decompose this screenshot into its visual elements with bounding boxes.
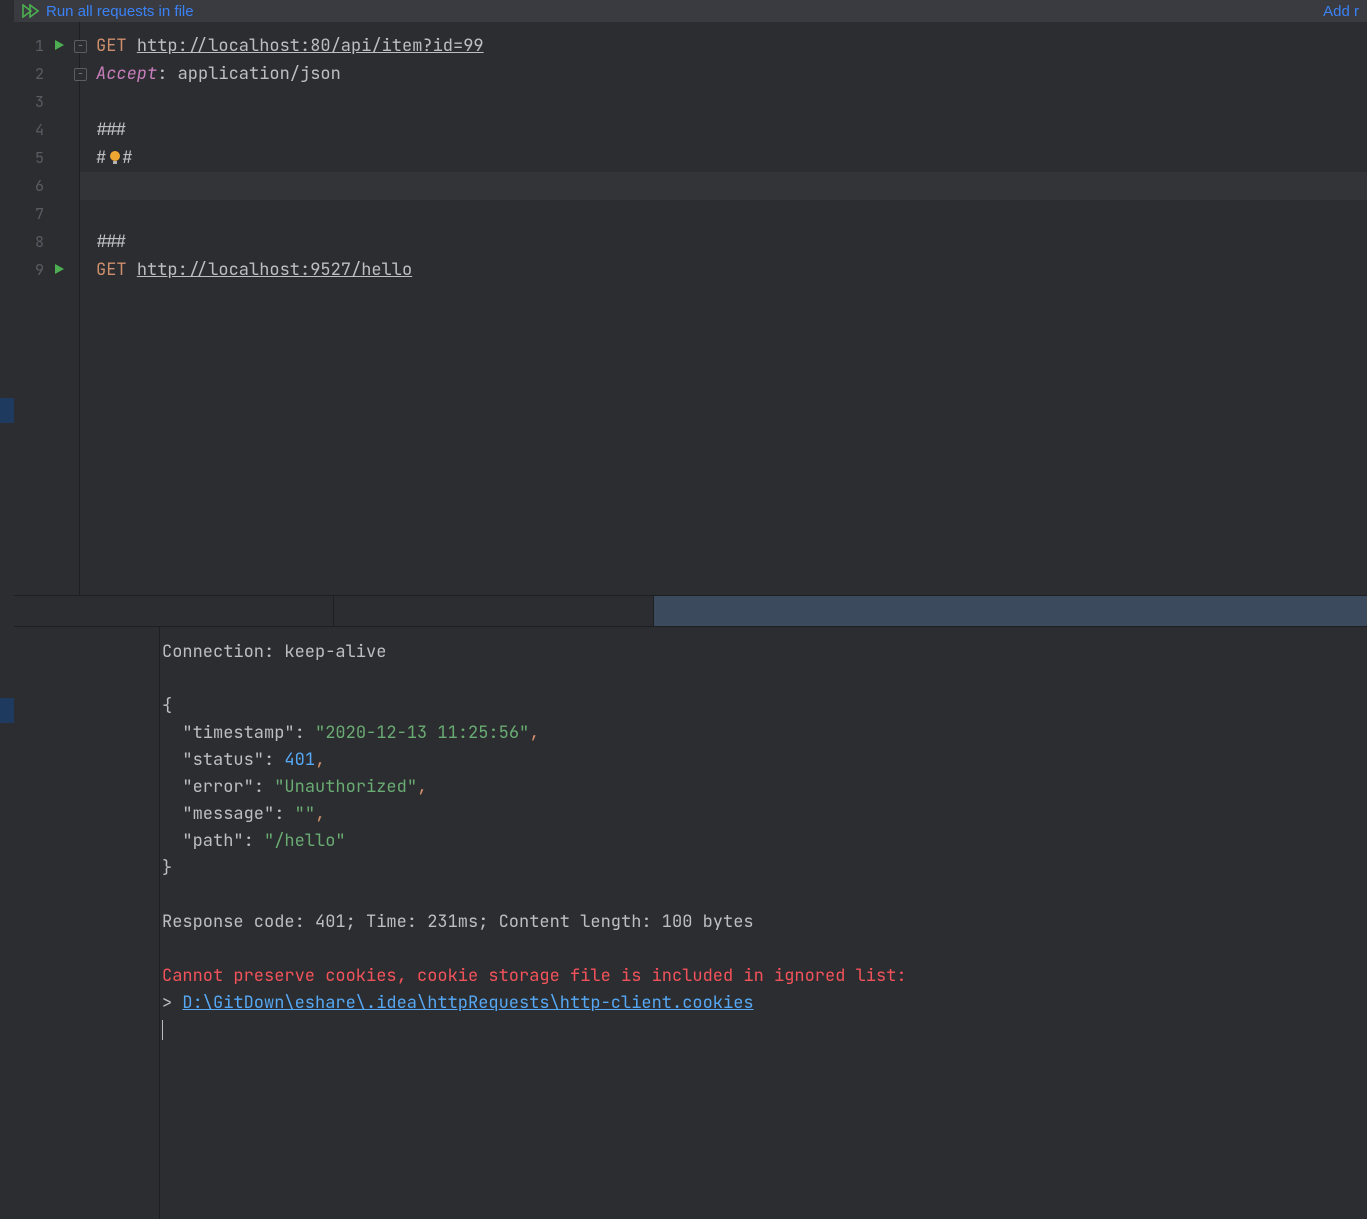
response-summary: Response code: 401; Time: 231ms; Content… <box>162 911 754 933</box>
json-comma: , <box>315 749 325 771</box>
json-key: "path" <box>182 830 243 852</box>
response-tab[interactable] <box>334 596 654 626</box>
caret <box>162 1020 163 1040</box>
response-gutter <box>14 627 160 1219</box>
output-line: "error": "Unauthorized", <box>160 774 1367 801</box>
http-url[interactable]: http://localhost:80/api/item?id=99 <box>137 35 484 57</box>
response-header: Connection: keep-alive <box>162 641 386 663</box>
output-line <box>160 882 1367 909</box>
caret-line <box>160 1017 1367 1044</box>
cookie-file-link[interactable]: D:\GitDown\eshare\.idea\httpRequests\htt… <box>182 992 753 1014</box>
output-line: "path": "/hello" <box>160 828 1367 855</box>
code-line[interactable]: ### <box>96 228 1367 256</box>
json-comma: , <box>529 722 539 744</box>
gutter-line: 5 <box>14 144 79 172</box>
gutter-line: 2− <box>14 60 79 88</box>
line-number: 7 <box>14 204 44 224</box>
response-output[interactable]: Connection: keep-alive { "timestamp": "2… <box>160 627 1367 1219</box>
json-key: "timestamp" <box>182 722 294 744</box>
json-value: "/hello" <box>264 830 346 852</box>
json-comma: , <box>417 776 427 798</box>
json-value: "2020-12-13 11:25:56" <box>315 722 529 744</box>
response-panel: Connection: keep-alive { "timestamp": "2… <box>14 627 1367 1219</box>
output-line <box>160 666 1367 693</box>
tabbar-filler <box>654 596 1367 626</box>
http-method: GET <box>96 35 127 57</box>
http-header-name: Accept <box>96 63 157 85</box>
json-key: "status" <box>182 749 264 771</box>
code-line[interactable] <box>80 172 1367 200</box>
run-all-link[interactable]: Run all requests in file <box>46 3 194 20</box>
text: : application/json <box>157 63 341 85</box>
editor-code[interactable]: GET http://localhost:80/api/item?id=99Ac… <box>80 22 1367 595</box>
output-line: Response code: 401; Time: 231ms; Content… <box>160 909 1367 936</box>
project-stripe <box>0 0 14 1219</box>
editor: 1−2− 3 4 5 6 7 8 9 GET http://localhost:80/api/… <box>14 22 1367 595</box>
gutter-line: 4 <box>14 116 79 144</box>
json-key: "message" <box>182 803 274 825</box>
line-number: 5 <box>14 148 44 168</box>
output-line: > D:\GitDown\eshare\.idea\httpRequests\h… <box>160 990 1367 1017</box>
gutter-line: 6 <box>14 172 79 200</box>
run-gutter-icon[interactable] <box>54 259 66 281</box>
run-all-icon[interactable] <box>22 4 40 18</box>
line-number: 8 <box>14 232 44 252</box>
line-number: 2 <box>14 64 44 84</box>
json-value: 401 <box>284 749 315 771</box>
response-tab-left-spacer <box>14 596 334 626</box>
json-value: "" <box>295 803 315 825</box>
json-brace: { <box>162 695 172 717</box>
intention-bulb-icon[interactable] <box>108 150 122 166</box>
run-gutter-icon[interactable] <box>54 35 66 57</box>
request-separator: # <box>96 147 106 169</box>
gutter-line: 8 <box>14 228 79 256</box>
http-toolbar: Run all requests in file Add r <box>14 0 1367 22</box>
http-url[interactable]: http://localhost:9527/hello <box>137 259 412 281</box>
request-separator: ### <box>96 231 127 253</box>
line-number: 1 <box>14 36 44 56</box>
json-brace: } <box>162 857 172 879</box>
code-line[interactable]: ### <box>96 116 1367 144</box>
code-line[interactable] <box>96 200 1367 228</box>
code-line[interactable]: GET http://localhost:80/api/item?id=99 <box>96 32 1367 60</box>
code-line[interactable]: ## <box>96 144 1367 172</box>
output-line: Connection: keep-alive <box>160 639 1367 666</box>
gutter-line: 9 <box>14 256 79 284</box>
error-message: Cannot preserve cookies, cookie storage … <box>162 965 907 987</box>
line-number: 4 <box>14 120 44 140</box>
text <box>127 35 137 57</box>
output-line <box>160 936 1367 963</box>
json-key: "error" <box>182 776 253 798</box>
stripe-marker <box>0 698 14 723</box>
line-number: 3 <box>14 92 44 112</box>
output-line: "timestamp": "2020-12-13 11:25:56", <box>160 720 1367 747</box>
output-line: Cannot preserve cookies, cookie storage … <box>160 963 1367 990</box>
gutter-line: 3 <box>14 88 79 116</box>
output-line: } <box>160 855 1367 882</box>
code-line[interactable]: GET http://localhost:9527/hello <box>96 256 1367 284</box>
output-line: "status": 401, <box>160 747 1367 774</box>
editor-gutter: 1−2− 3 4 5 6 7 8 9 <box>14 22 80 595</box>
request-separator: ### <box>96 119 127 141</box>
code-line[interactable]: Accept: application/json <box>96 60 1367 88</box>
request-separator: # <box>122 147 132 169</box>
code-line[interactable] <box>96 88 1367 116</box>
line-number: 6 <box>14 176 44 196</box>
response-tabbar <box>14 595 1367 627</box>
http-method: GET <box>96 259 127 281</box>
json-value: "Unauthorized" <box>274 776 417 798</box>
gutter-line: 7 <box>14 200 79 228</box>
gutter-line: 1− <box>14 32 79 60</box>
line-number: 9 <box>14 260 44 280</box>
add-request-link[interactable]: Add r <box>1323 3 1359 20</box>
json-comma: , <box>315 803 325 825</box>
stripe-marker <box>0 398 14 423</box>
text <box>127 259 137 281</box>
output-line: { <box>160 693 1367 720</box>
output-line: "message": "", <box>160 801 1367 828</box>
